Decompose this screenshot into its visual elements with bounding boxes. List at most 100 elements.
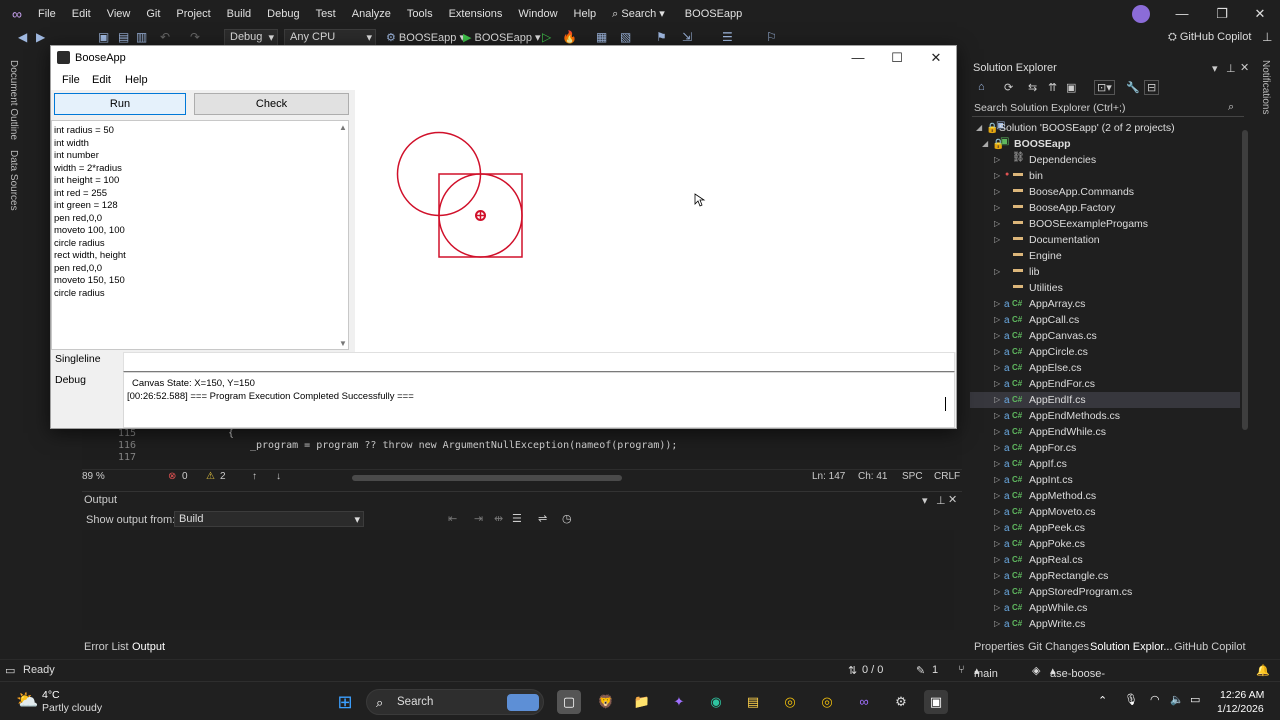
menu-build[interactable]: Build — [219, 8, 259, 20]
booseapp-taskbar-icon[interactable]: ▣ — [924, 690, 948, 714]
toolbar-tool-icon[interactable]: ⚑ — [656, 30, 667, 44]
app-menu-file[interactable]: File — [62, 74, 80, 86]
commit-counter[interactable]: 0 / 0 — [862, 664, 883, 676]
close-icon[interactable]: ✕ — [1240, 0, 1280, 28]
expand-icon[interactable]: ▷ — [994, 443, 1004, 452]
tree-file-item[interactable]: ▷ a C# AppStoredProgram.cs — [970, 584, 1240, 600]
solution-node[interactable]: ◢ 🔒 ▣ Solution 'BOOSEapp' (2 of 2 projec… — [970, 120, 1240, 136]
tree-folder-item[interactable]: ▷ ▬ lib — [970, 264, 1240, 280]
tree-file-item[interactable]: ▷ a C# AppReal.cs — [970, 552, 1240, 568]
chevron-up-icon[interactable]: ⌃ — [1098, 694, 1107, 707]
arrow-up-icon[interactable]: ↑ — [252, 471, 257, 482]
weather-icon[interactable]: ⛅ — [16, 690, 38, 711]
indent-mode[interactable]: SPC — [902, 471, 923, 482]
menu-window[interactable]: Window — [510, 8, 565, 20]
pin-icon[interactable]: ⊥ — [936, 494, 946, 507]
expand-icon[interactable]: ▷ — [994, 347, 1004, 356]
data-sources-tab[interactable]: Data Sources — [8, 150, 19, 211]
tab-properties[interactable]: Properties — [974, 641, 1024, 653]
filter-icon[interactable]: ⊡▾ — [1094, 80, 1115, 95]
volume-icon[interactable]: 🔈 — [1170, 693, 1184, 706]
clock-time[interactable]: 12:26 AM — [1220, 689, 1264, 701]
expand-icon[interactable]: ▷ — [994, 267, 1004, 276]
copilot-app-icon[interactable]: ✦ — [667, 690, 691, 714]
tree-folder-item[interactable]: ▬ Utilities — [970, 280, 1240, 296]
expand-icon[interactable]: ▷ — [994, 203, 1004, 212]
tree-folder-item[interactable]: ▬ Engine — [970, 248, 1240, 264]
repository-name[interactable]: ase-boose-assignment-Riplic_77466919 ▴ — [1050, 664, 1132, 704]
tree-folder-item[interactable]: ▷ ● ▬ bin — [970, 168, 1240, 184]
expand-icon[interactable]: ▷ — [994, 587, 1004, 596]
edge-browser-icon[interactable]: ◉ — [704, 690, 728, 714]
output-tool-icon[interactable]: ⇤ — [448, 512, 457, 525]
expand-icon[interactable]: ▷ — [994, 459, 1004, 468]
tree-file-item[interactable]: ▷ a C# AppMethod.cs — [970, 488, 1240, 504]
menu-debug[interactable]: Debug — [259, 8, 307, 20]
solution-search-box[interactable]: Search Solution Explorer (Ctrl+;) ⌕ — [972, 100, 1244, 117]
zoom-level[interactable]: 89 % — [82, 471, 105, 482]
expand-icon[interactable]: ▷ — [994, 507, 1004, 516]
tree-file-item[interactable]: ▷ a C# AppIf.cs — [970, 456, 1240, 472]
expand-icon[interactable]: ▷ — [994, 171, 1004, 180]
tree-file-item[interactable]: ▷ a C# AppCall.cs — [970, 312, 1240, 328]
undo-icon[interactable]: ↶ — [160, 30, 170, 44]
run-button[interactable]: Run — [54, 93, 186, 115]
menu-git[interactable]: Git — [138, 8, 168, 20]
app-menu-edit[interactable]: Edit — [92, 74, 111, 86]
error-count[interactable]: 0 — [182, 471, 188, 482]
expand-icon[interactable]: ▷ — [994, 299, 1004, 308]
menu-analyze[interactable]: Analyze — [344, 8, 399, 20]
tree-file-item[interactable]: ▷ a C# AppInt.cs — [970, 472, 1240, 488]
tree-folder-item[interactable]: ▷ ▬ Documentation — [970, 232, 1240, 248]
expand-icon[interactable]: ▷ — [994, 363, 1004, 372]
tree-file-item[interactable]: ▷ a C# AppEndIf.cs — [970, 392, 1240, 408]
close-icon[interactable]: ✕ — [917, 46, 955, 70]
toolbar-tool-icon[interactable]: ⇲ — [682, 30, 692, 44]
tree-file-item[interactable]: ▷ a C# AppWrite.cs — [970, 616, 1240, 632]
expand-icon[interactable]: ▷ — [994, 187, 1004, 196]
home-icon[interactable]: ⌂ — [978, 81, 985, 93]
properties-icon[interactable]: 🔧 — [1126, 81, 1140, 94]
minimize-icon[interactable]: — — [1162, 0, 1202, 28]
expand-icon[interactable]: ▷ — [994, 331, 1004, 340]
expand-icon[interactable]: ▷ — [994, 571, 1004, 580]
tree-file-item[interactable]: ▷ a C# AppFor.cs — [970, 440, 1240, 456]
toolbar-tool-icon[interactable]: ▧ — [620, 30, 631, 44]
output-status-icon[interactable]: ▭ — [5, 664, 15, 677]
changes-count[interactable]: 1 — [932, 664, 938, 676]
save-all-icon[interactable]: ▥ — [136, 30, 147, 44]
show-all-files-icon[interactable]: ▣ — [1066, 81, 1076, 94]
minimize-icon[interactable]: — — [839, 46, 877, 70]
collapse-icon[interactable]: ◢ — [976, 123, 986, 132]
expand-icon[interactable]: ▷ — [994, 379, 1004, 388]
line-endings[interactable]: CRLF — [934, 471, 960, 482]
tree-file-item[interactable]: ▷ a C# AppCanvas.cs — [970, 328, 1240, 344]
panel-dropdown-icon[interactable]: ▾ — [922, 494, 928, 507]
collapse-all-icon[interactable]: ⇈ — [1048, 81, 1057, 94]
panel-dropdown-icon[interactable]: ▾ — [1212, 62, 1218, 75]
tree-folder-item[interactable]: ▷ ▬ BooseApp.Factory — [970, 200, 1240, 216]
forward-icon[interactable]: ▶ — [36, 30, 45, 44]
timestamp-icon[interactable]: ◷ — [562, 512, 572, 525]
tree-file-item[interactable]: ▷ a C# AppMoveto.cs — [970, 504, 1240, 520]
wifi-icon[interactable]: ◠ — [1150, 693, 1160, 706]
toolbar-tool-icon[interactable]: ▦ — [596, 30, 607, 44]
pin-icon[interactable]: ⊥ — [1262, 30, 1272, 44]
weather-desc[interactable]: Partly cloudy — [42, 702, 102, 714]
start-debugging-button[interactable]: ▶ BOOSEapp ▾ — [463, 31, 541, 44]
chrome-browser-icon[interactable]: ◎ — [778, 690, 802, 714]
notification-bell-icon[interactable]: 🔔 — [1256, 664, 1270, 677]
expand-icon[interactable]: ▷ — [994, 555, 1004, 564]
word-wrap-icon[interactable]: ⇌ — [538, 512, 547, 525]
weather-temp[interactable]: 4°C — [42, 689, 60, 701]
bookmark-icon[interactable]: ⚐ — [766, 30, 777, 44]
clock-date[interactable]: 1/12/2026 — [1217, 703, 1264, 715]
github-copilot-button[interactable]: ⛭ GitHub Copilot — [1168, 31, 1251, 44]
restore-icon[interactable]: ❐ — [1202, 0, 1242, 28]
tab-solution-explorer[interactable]: Solution Explor... — [1090, 641, 1173, 653]
settings-icon[interactable]: ⚙ — [889, 690, 913, 714]
tree-file-item[interactable]: ▷ a C# AppEndFor.cs — [970, 376, 1240, 392]
new-project-icon[interactable]: ▣ — [98, 30, 109, 44]
pin-icon[interactable]: ⊥ — [1226, 62, 1236, 75]
expand-icon[interactable]: ▷ — [994, 235, 1004, 244]
